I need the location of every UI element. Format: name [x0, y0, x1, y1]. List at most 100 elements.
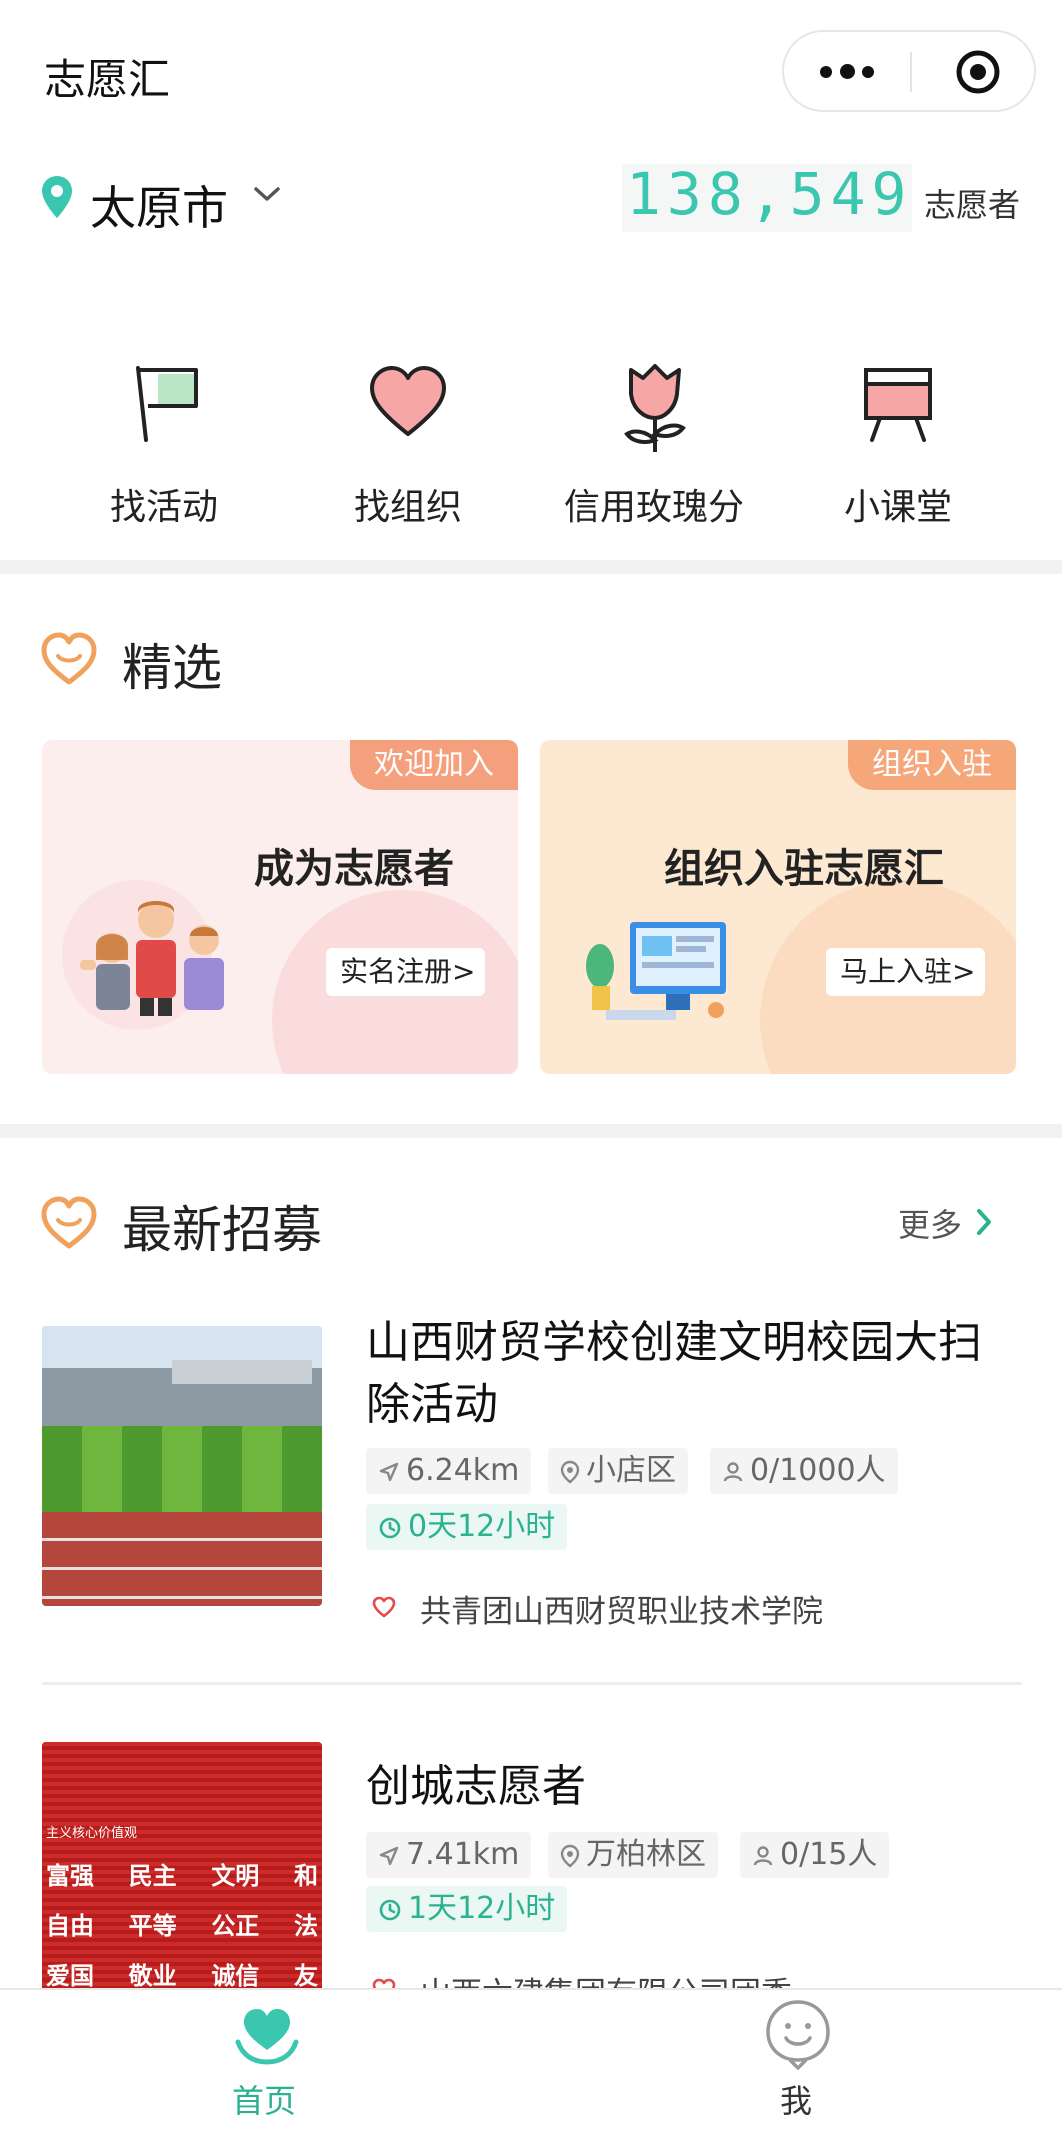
heart-icon — [370, 366, 446, 436]
district-value: 万柏林区 — [586, 1837, 706, 1872]
menu-find-activity[interactable]: 找活动 — [54, 360, 274, 540]
poster-slogan: 主义核心价值观 — [46, 1826, 138, 1841]
menu-label: 找组织 — [353, 487, 462, 528]
close-miniprogram-icon[interactable] — [954, 48, 1002, 96]
app-title: 志愿汇 — [44, 55, 171, 104]
thumb-field — [42, 1426, 322, 1516]
become-volunteer-card[interactable]: 欢迎加入 成为志愿者 实名注册> — [42, 740, 518, 1074]
activity-thumbnail[interactable]: 主义核心价值观 富强 民主 文明 和 自由 平等 公正 法 爱国 敬业 诚信 友 — [42, 1742, 322, 2022]
menu-credit-rose-score[interactable]: 信用玫瑰分 — [544, 360, 764, 540]
distance-value: 6.24km — [406, 1453, 520, 1488]
organization-name[interactable]: 共青团山西财贸职业技术学院 — [420, 1586, 823, 1631]
thumb-track — [42, 1512, 322, 1606]
poster-word: 公正 — [211, 1911, 260, 1940]
featured-title: 精选 — [122, 639, 222, 697]
org-join-tag: 组织入驻 — [848, 740, 1016, 790]
poster-word: 文明 — [211, 1861, 260, 1890]
join-organization-card[interactable]: 组织入驻 组织入驻志愿汇 马上入驻> — [540, 740, 1016, 1074]
menu-classroom[interactable]: 小课堂 — [788, 360, 1008, 540]
tab-me[interactable]: 我 — [696, 1990, 896, 2134]
chevron-right-icon: > — [952, 955, 976, 988]
volunteer-count-label: 志愿者 — [924, 186, 1021, 224]
menu-label: 小课堂 — [843, 487, 952, 528]
recruit-heart-icon — [41, 1196, 97, 1249]
poster-word: 爱国 — [46, 1961, 94, 1990]
quota-chip: 0/1000人 — [710, 1448, 898, 1494]
featured-heart-icon — [41, 632, 97, 685]
section-divider — [0, 1124, 1062, 1138]
tab-label: 我 — [779, 2082, 812, 2120]
activity-title[interactable]: 创城志愿者 — [366, 1756, 1016, 1818]
menu-find-organization[interactable]: 找组织 — [298, 360, 518, 540]
poster-word: 平等 — [128, 1911, 177, 1940]
poster-word: 友 — [293, 1961, 318, 1990]
district-chip: 小店区 — [548, 1448, 688, 1494]
clock-icon — [379, 1517, 401, 1538]
district-value: 小店区 — [586, 1453, 676, 1488]
tab-home[interactable]: 首页 — [164, 1990, 364, 2134]
person-icon — [723, 1461, 743, 1481]
more-options-icon[interactable] — [820, 62, 876, 82]
more-link[interactable]: 更多 — [898, 1200, 962, 1246]
city-selector[interactable]: 太原市 — [90, 172, 228, 238]
thumb-stand-roof — [172, 1360, 312, 1384]
join-now-button[interactable]: 马上入驻> — [826, 948, 986, 996]
distance-value: 7.41km — [406, 1837, 520, 1872]
home-heart-icon — [235, 2009, 299, 2065]
poster-word: 和 — [293, 1861, 318, 1890]
time-left-value: 0天12小时 — [408, 1509, 556, 1544]
time-left-value: 1天12小时 — [408, 1891, 556, 1926]
card-title: 组织入驻志愿汇 — [664, 846, 944, 892]
poster-word: 民主 — [128, 1861, 177, 1890]
time-left-chip: 1天12小时 — [366, 1886, 568, 1932]
smiley-icon — [766, 2000, 830, 2070]
rose-icon — [624, 364, 686, 452]
organization-illustration — [586, 922, 726, 1020]
distance-chip: 7.41km — [366, 1832, 532, 1878]
section-divider — [0, 560, 1062, 574]
poster-word: 富强 — [46, 1861, 94, 1890]
time-left-chip: 0天12小时 — [366, 1504, 568, 1550]
activity-thumbnail[interactable] — [42, 1326, 322, 1606]
easel-icon — [864, 368, 932, 442]
flag-icon — [136, 366, 198, 442]
poster-row: 自由 平等 公正 法 — [42, 1906, 322, 1941]
list-divider — [42, 1682, 1022, 1685]
volunteer-count: 138,549 — [626, 160, 913, 228]
nav-bar: 志愿汇 — [0, 0, 1062, 140]
tab-label: 首页 — [231, 2082, 296, 2120]
card-title: 成为志愿者 — [254, 846, 454, 892]
navigation-arrow-icon — [379, 1462, 399, 1481]
activity-title[interactable]: 山西财贸学校创建文明校园大扫除活动 — [366, 1312, 1016, 1436]
quota-value: 0/15人 — [780, 1837, 878, 1872]
recruit-title: 最新招募 — [122, 1201, 322, 1259]
navigation-arrow-icon — [379, 1846, 399, 1865]
location-icon — [560, 1844, 580, 1868]
poster-word: 诚信 — [211, 1961, 260, 1990]
chevron-down-icon[interactable] — [252, 184, 282, 204]
poster-word: 敬业 — [128, 1961, 177, 1990]
clock-icon — [379, 1899, 401, 1920]
tab-bar: 首页 我 — [0, 1988, 1062, 2134]
location-icon — [560, 1460, 580, 1484]
volunteers-illustration — [80, 901, 224, 1016]
poster-word: 法 — [293, 1911, 318, 1940]
mini-program-capsule — [782, 30, 1036, 112]
capsule-divider — [910, 52, 912, 92]
poster-row: 爱国 敬业 诚信 友 — [42, 1956, 322, 1991]
distance-chip: 6.24km — [366, 1448, 532, 1494]
welcome-tag: 欢迎加入 — [350, 740, 518, 790]
chevron-right-icon: > — [452, 955, 476, 988]
button-label: 实名注册 — [340, 955, 453, 988]
button-label: 马上入驻 — [840, 955, 953, 988]
person-icon — [753, 1845, 773, 1865]
poster-row: 富强 民主 文明 和 — [42, 1856, 322, 1891]
chevron-right-icon[interactable] — [976, 1208, 992, 1236]
district-chip: 万柏林区 — [548, 1832, 718, 1878]
menu-label: 信用玫瑰分 — [563, 487, 744, 528]
poster-word: 自由 — [46, 1911, 94, 1940]
quota-value: 0/1000人 — [750, 1453, 886, 1488]
real-name-register-button[interactable]: 实名注册> — [326, 948, 486, 996]
location-pin-icon — [42, 176, 72, 218]
quota-chip: 0/15人 — [740, 1832, 890, 1878]
